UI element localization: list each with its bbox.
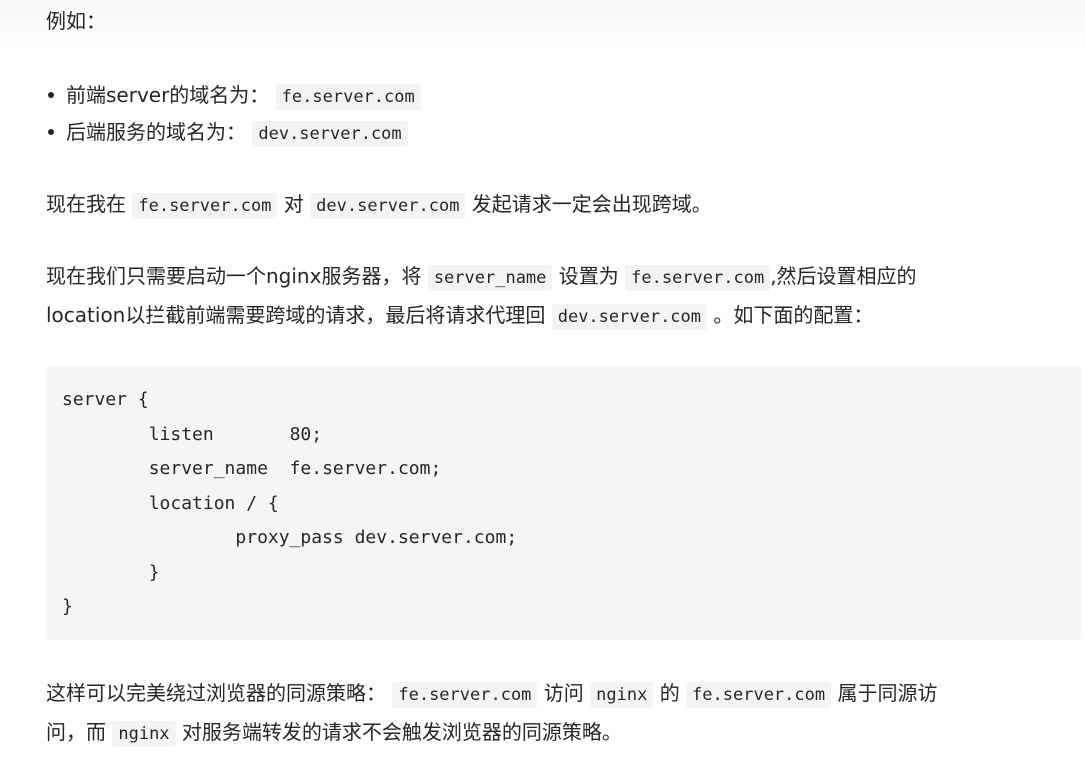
list-item: 后端服务的域名为： dev.server.com	[46, 117, 408, 147]
list-item-text: 后端服务的域名为：	[66, 120, 246, 144]
paragraph-line: 现在我们只需要启动一个nginx服务器，将 server_name 设置为 fe…	[46, 261, 917, 291]
inline-code: fe.server.com	[275, 84, 421, 110]
text: 访问	[543, 681, 584, 705]
inline-code: dev.server.com	[551, 304, 708, 330]
text: 现在我在	[46, 192, 126, 216]
text: 问，而	[46, 720, 106, 744]
text: location以拦截前端需要跨域的请求，最后将请求代理回	[46, 303, 546, 327]
text: 设置为	[558, 264, 619, 288]
paragraph-line: 问，而 nginx 对服务端转发的请求不会触发浏览器的同源策略。	[46, 717, 622, 747]
text: 发起请求一定会出现跨域。	[471, 192, 712, 216]
code-line: }	[62, 596, 73, 617]
text: 这样可以完美绕过浏览器的同源策略：	[46, 681, 386, 705]
text: 的	[659, 681, 680, 705]
bullet-icon	[48, 129, 54, 135]
code-line: location / {	[62, 492, 279, 514]
inline-code: fe.server.com	[392, 682, 538, 708]
bullet-icon	[48, 92, 54, 98]
code-block: server { listen 80; server_name fe.serve…	[46, 367, 1081, 640]
inline-code: nginx	[590, 682, 654, 708]
list-item: 前端server的域名为： fe.server.com	[46, 80, 421, 110]
text: 对服务端转发的请求不会触发浏览器的同源策略。	[181, 720, 622, 744]
inline-code: dev.server.com	[310, 193, 466, 219]
inline-code: fe.server.com	[132, 193, 278, 219]
inline-code: nginx	[112, 721, 176, 747]
intro-label: 例如：	[46, 9, 106, 33]
code-line: listen 80;	[62, 423, 323, 445]
paragraph: 现在我在 fe.server.com 对 dev.server.com 发起请求…	[46, 189, 712, 219]
paragraph-line: 这样可以完美绕过浏览器的同源策略： fe.server.com 访问 nginx…	[46, 678, 937, 708]
inline-code: dev.server.com	[252, 121, 408, 147]
top-fade	[0, 0, 1085, 46]
intro-text: 例如：	[46, 6, 106, 36]
code-line: proxy_pass dev.server.com;	[62, 527, 518, 548]
list-item-text: 前端server的域名为：	[66, 83, 270, 107]
text: 现在我们只需要启动一个nginx服务器，将	[46, 264, 422, 288]
text: 。如下面的配置：	[713, 303, 874, 327]
text: ,然后设置相应的	[770, 264, 917, 288]
code-line: server {	[62, 389, 149, 410]
text: 属于同源访	[837, 681, 938, 705]
inline-code: server_name	[427, 265, 553, 291]
code-line: server_name fe.server.com;	[62, 458, 442, 479]
code-line: }	[62, 561, 160, 583]
text: 对	[283, 192, 304, 216]
inline-code: fe.server.com	[625, 265, 771, 291]
inline-code: fe.server.com	[686, 682, 832, 708]
paragraph-line: location以拦截前端需要跨域的请求，最后将请求代理回 dev.server…	[46, 300, 873, 330]
